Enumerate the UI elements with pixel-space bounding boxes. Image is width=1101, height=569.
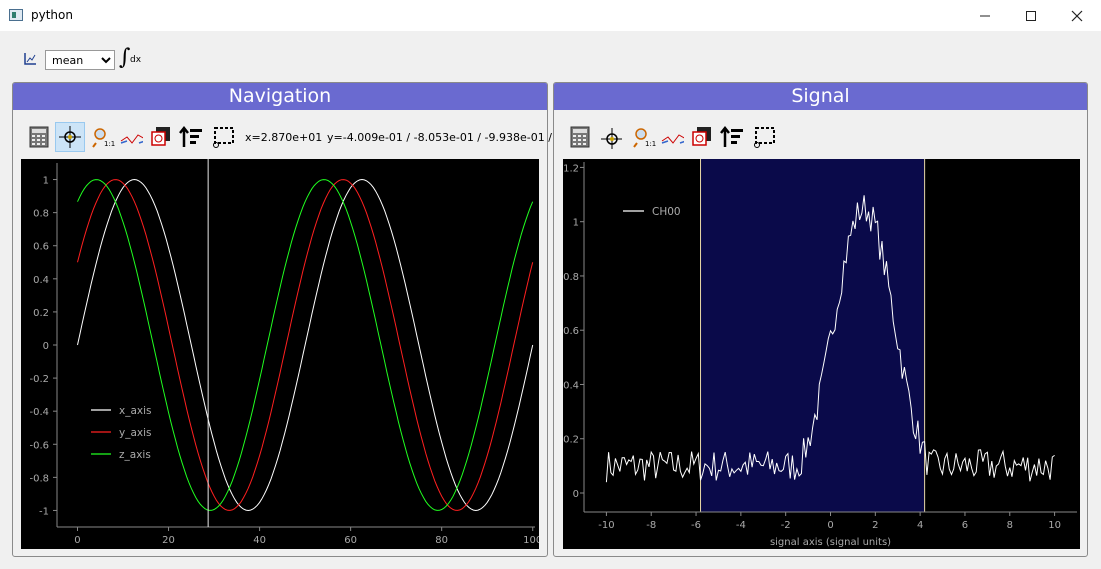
x-tick-label: 6 (962, 520, 968, 531)
x-tick-label: 100 (523, 535, 539, 546)
cursor-x-readout: x=2.870e+01 (245, 131, 323, 144)
cursor-y-readout: y=-4.009e-01 / -8.053e-01 / -9.938e-01 / (327, 131, 552, 144)
y-tick-label: -1 (39, 506, 49, 517)
x-tick-label: -4 (736, 520, 746, 531)
minimize-icon (980, 15, 990, 16)
y-tick-label: 0 (43, 341, 49, 352)
x-axis-title: signal axis (signal units) (770, 537, 891, 548)
y-tick-label: 1 (43, 176, 49, 187)
snapshot-icon[interactable] (690, 125, 714, 149)
maximize-button[interactable] (1008, 0, 1054, 31)
x-tick-label: 2 (872, 520, 878, 531)
y-tick-label: 0 (573, 489, 579, 500)
y-tick-label: 0.4 (563, 380, 579, 391)
signal-panel: Signal 1:1 1.2 1 0.8 0.6 0.4 0.2 0 -10 -8 -6 -4 -2 0… (553, 82, 1088, 557)
fit-axes-icon[interactable] (119, 125, 143, 149)
sort-icon[interactable] (179, 125, 203, 149)
plot-axes-icon[interactable] (23, 52, 37, 66)
y-tick-label: 1 (573, 218, 579, 229)
y-tick-label: 0.2 (563, 435, 579, 446)
y-tick-label: 0.6 (563, 326, 579, 337)
svg-text:1:1: 1:1 (104, 140, 115, 148)
svg-text:1:1: 1:1 (645, 140, 656, 148)
calculator-icon[interactable] (568, 125, 592, 149)
y-tick-label: -0.6 (29, 440, 49, 451)
x-tick-label: 4 (917, 520, 923, 531)
maximize-icon (1026, 10, 1036, 21)
x-tick-label: 20 (162, 535, 175, 546)
title-bar: python (0, 0, 1101, 31)
roi-select-icon[interactable] (211, 125, 235, 149)
fit-axes-icon[interactable] (660, 125, 684, 149)
integrate-dx-label: dx (130, 55, 142, 65)
x-tick-label: 80 (435, 535, 448, 546)
legend-label-y_axis: y_axis (119, 427, 152, 439)
crosshair-button[interactable] (55, 122, 85, 152)
navigation-plot-svg: 1 0.8 0.6 0.4 0.2 0 -0.2 -0.4 -0.6 -0.8 -1 0 20 40 60 8… (29, 159, 542, 546)
y-tick-label: -0.2 (29, 374, 49, 385)
sort-icon[interactable] (720, 125, 744, 149)
integrate-button[interactable]: ∫ (119, 47, 130, 69)
mode-select[interactable]: mean (45, 50, 115, 70)
x-tick-label: -10 (598, 520, 614, 531)
x-tick-label: -2 (781, 520, 791, 531)
roi-select-icon[interactable] (752, 125, 776, 149)
app-icon (9, 9, 23, 21)
minimize-button[interactable] (962, 0, 1008, 31)
y-tick-label: -0.4 (29, 407, 49, 418)
signal-plot[interactable]: 1.2 1 0.8 0.6 0.4 0.2 0 -10 -8 -6 -4 -2 0 2 4 6 8 10 signa… (563, 159, 1080, 549)
zoom-reset-icon[interactable]: 1:1 (632, 125, 656, 149)
close-button[interactable] (1054, 0, 1100, 31)
legend-label-CH00: CH00 (652, 206, 681, 218)
calculator-icon[interactable] (27, 125, 51, 149)
x-tick-label: 8 (1007, 520, 1013, 531)
x-tick-label: -8 (646, 520, 656, 531)
y-tick-label: 0.2 (33, 308, 49, 319)
x-tick-label: 40 (253, 535, 266, 546)
x-tick-label: 60 (344, 535, 357, 546)
x-tick-label: 10 (1048, 520, 1061, 531)
navigation-panel-title: Navigation (13, 83, 547, 110)
y-tick-label: 0.8 (33, 209, 49, 220)
legend-label-z_axis: z_axis (119, 449, 151, 461)
crosshair-icon (59, 126, 81, 148)
x-tick-label: 0 (827, 520, 833, 531)
y-tick-label: 0.8 (563, 272, 579, 283)
main-toolbar (0, 31, 1101, 79)
window-title: python (31, 8, 73, 22)
zoom-reset-icon[interactable]: 1:1 (91, 125, 115, 149)
y-tick-label: 1.2 (563, 163, 579, 174)
roi-region (700, 159, 925, 512)
navigation-panel: Navigation 1:1 x=2.870e+01 y=-4.009e-01 … (12, 82, 552, 557)
y-tick-label: -0.8 (29, 473, 49, 484)
signal-plot-svg: 1.2 1 0.8 0.6 0.4 0.2 0 -10 -8 -6 -4 -2 0 2 4 6 8 10 signa… (563, 159, 1077, 548)
x-tick-label: -6 (691, 520, 701, 531)
x-tick-label: 0 (74, 535, 80, 546)
y-tick-label: 0.4 (33, 275, 49, 286)
snapshot-icon[interactable] (149, 125, 173, 149)
y-tick-label: 0.6 (33, 242, 49, 253)
crosshair-icon[interactable] (598, 125, 622, 149)
navigation-plot[interactable]: 1 0.8 0.6 0.4 0.2 0 -0.2 -0.4 -0.6 -0.8 -1 0 20 40 60 8… (21, 159, 542, 549)
legend-label-x_axis: x_axis (119, 405, 152, 417)
close-icon (1071, 10, 1083, 21)
signal-panel-title: Signal (554, 83, 1087, 110)
